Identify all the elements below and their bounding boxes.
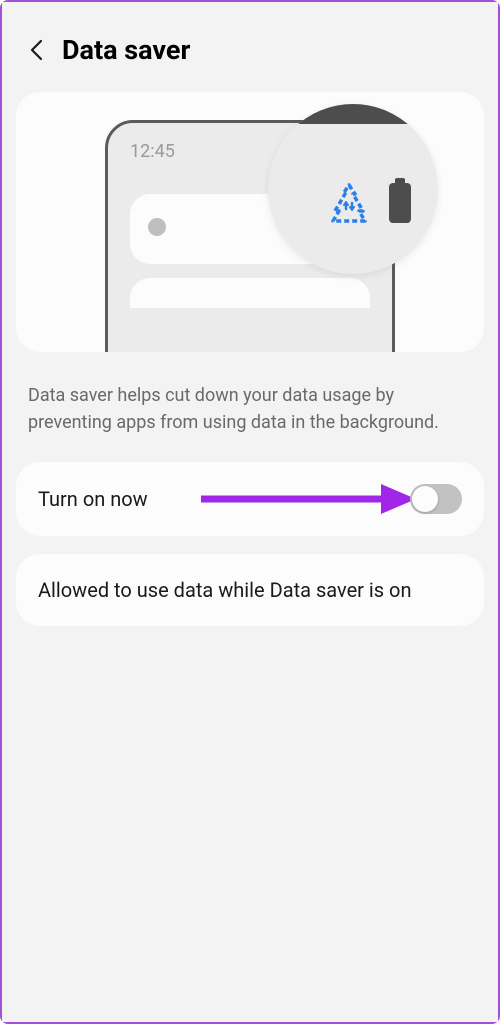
illustration-card: 12:45 (16, 92, 484, 352)
toggle-knob (412, 486, 438, 512)
phone-dot (148, 218, 166, 236)
data-saver-icon (325, 179, 373, 227)
page-title: Data saver (62, 34, 190, 66)
phone-inner-card-2 (130, 278, 370, 308)
toggle-switch[interactable] (410, 484, 462, 514)
header: Data saver (16, 12, 484, 92)
battery-icon (389, 183, 411, 223)
toggle-row[interactable]: Turn on now (16, 462, 484, 536)
allowed-apps-row[interactable]: Allowed to use data while Data saver is … (16, 554, 484, 626)
back-button[interactable] (24, 38, 48, 62)
allowed-apps-label: Allowed to use data while Data saver is … (38, 576, 462, 604)
magnifier-circle (268, 104, 438, 274)
toggle-label: Turn on now (38, 487, 148, 511)
chevron-left-icon (29, 39, 43, 61)
settings-screen: Data saver 12:45 Data saver helps cut do… (2, 2, 498, 1022)
description-text: Data saver helps cut down your data usag… (16, 352, 484, 462)
annotation-arrow (201, 479, 416, 519)
